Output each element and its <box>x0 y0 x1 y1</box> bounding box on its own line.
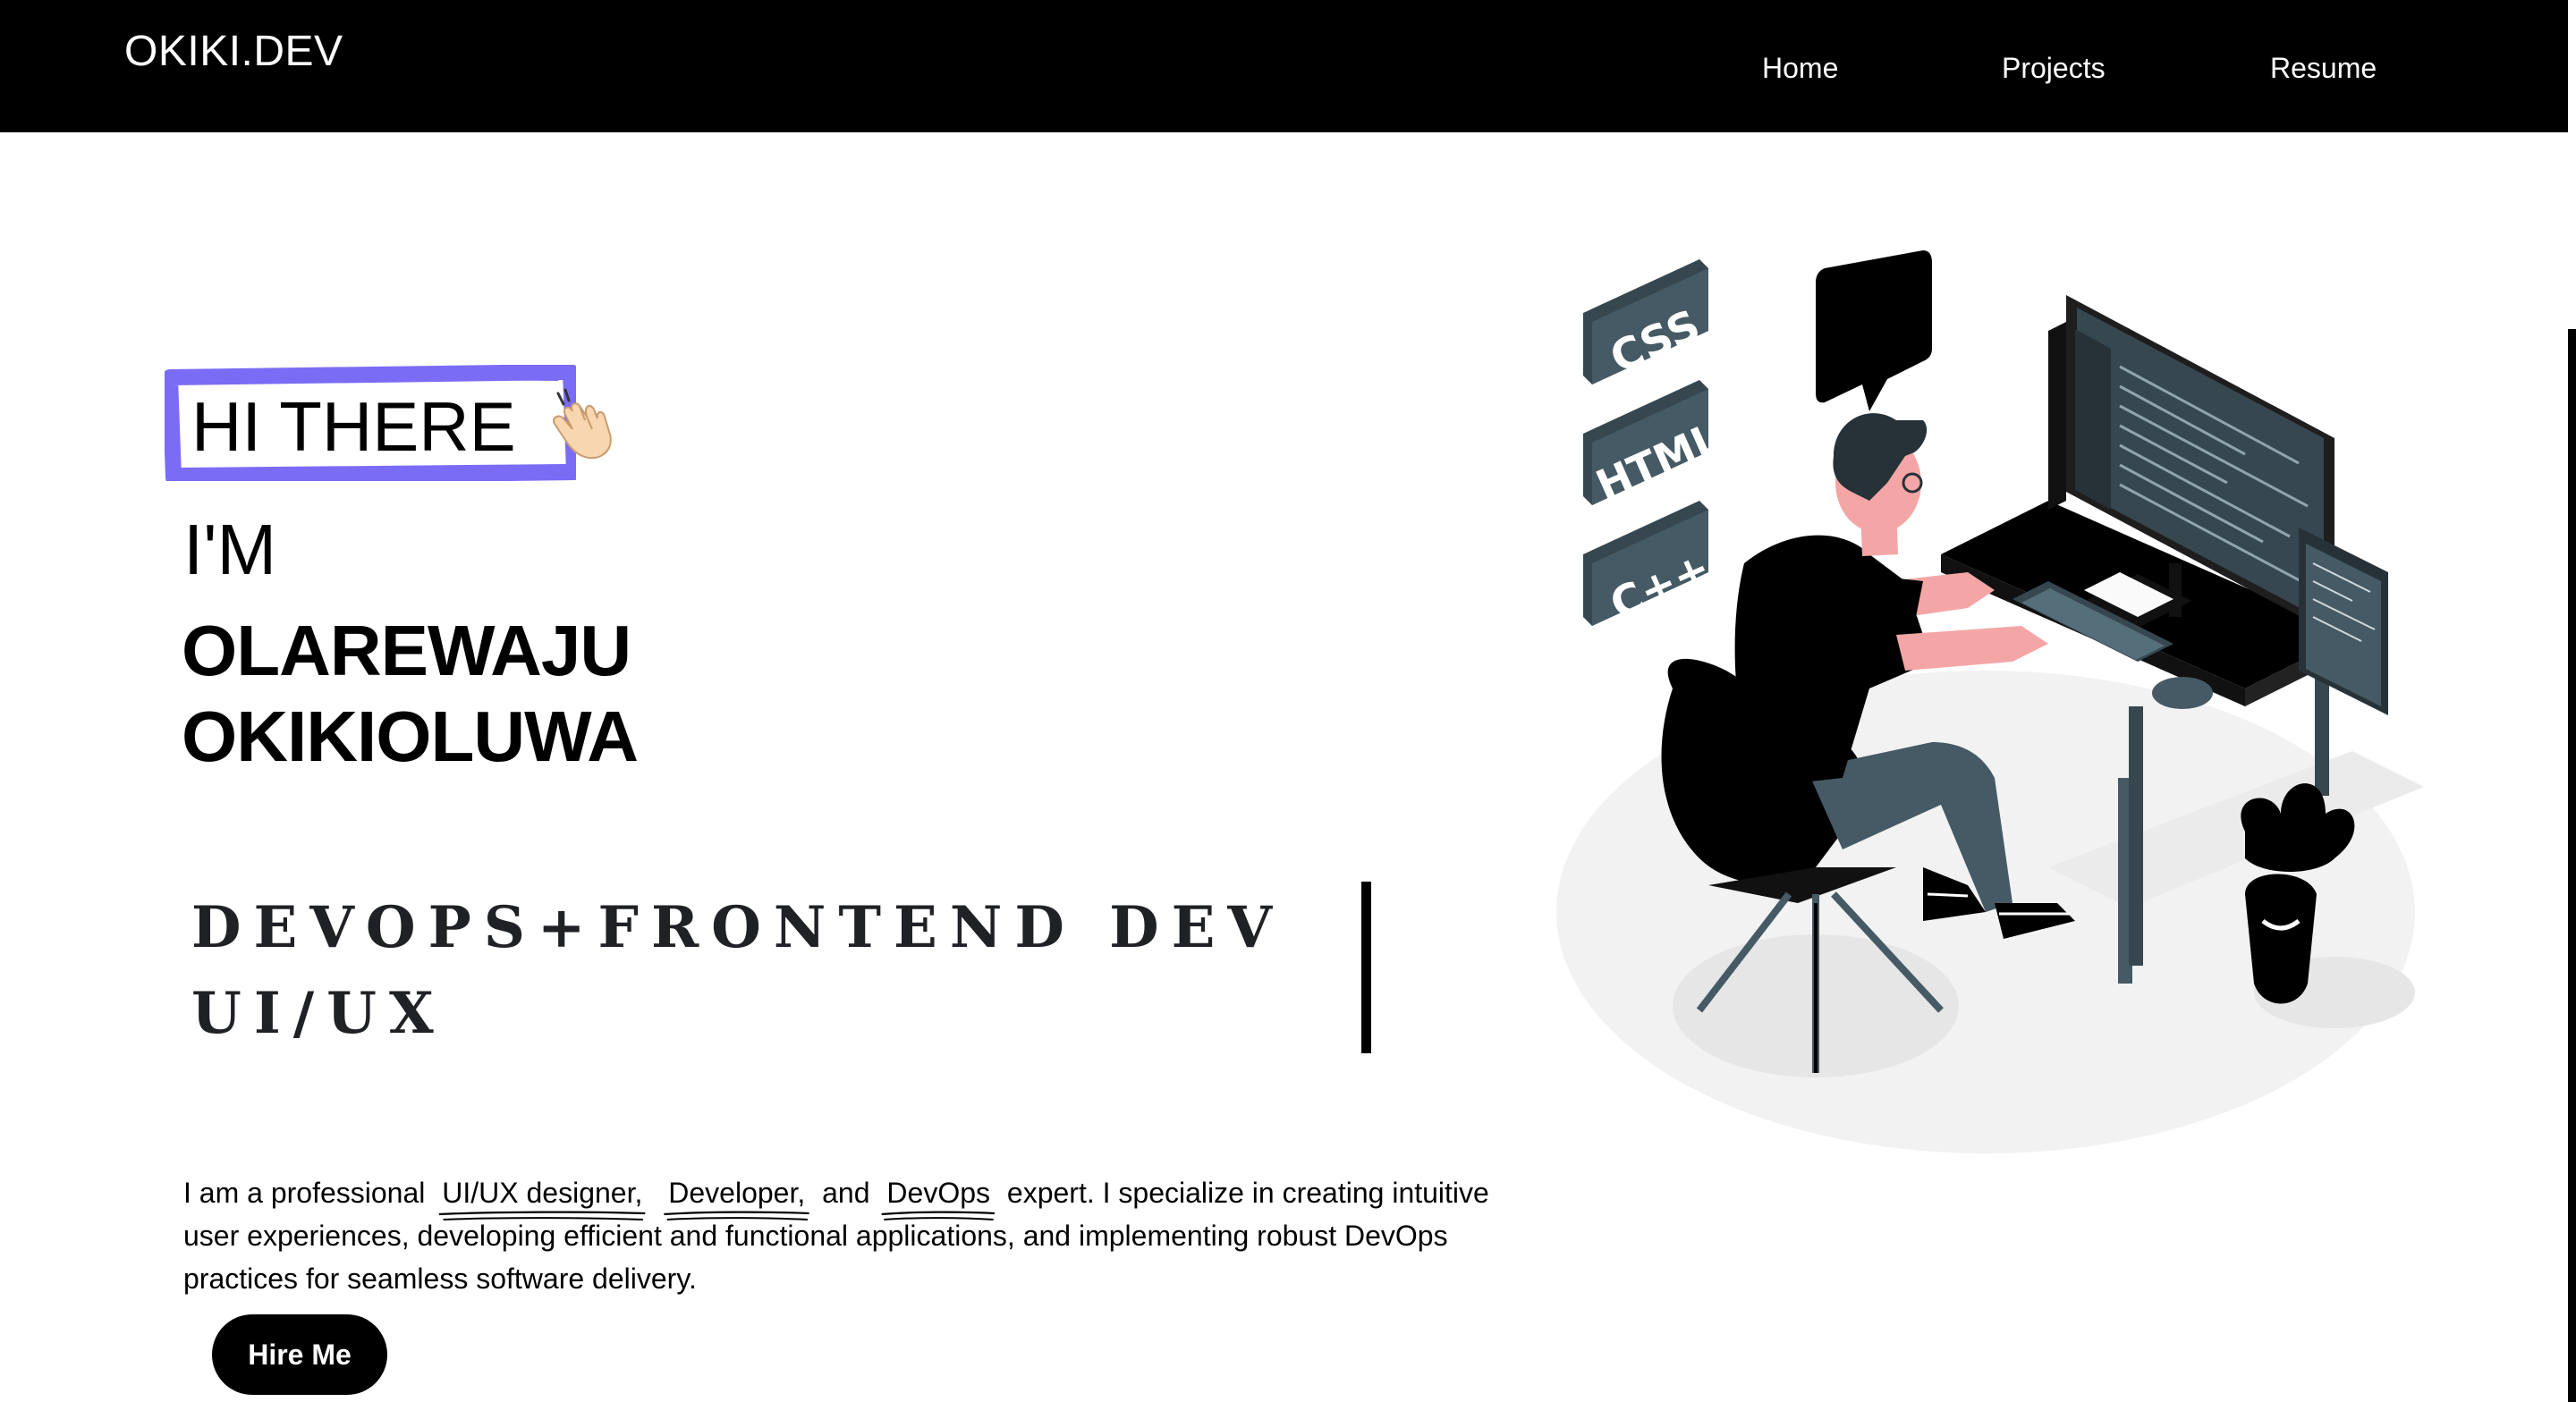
nav-link-home[interactable]: Home <box>1762 52 1838 85</box>
highlight-uiux: UI/UX designer, <box>436 1171 648 1220</box>
speech-bubble-icon <box>1816 250 1932 411</box>
greeting-badge: HI THERE <box>165 365 576 481</box>
typing-cursor <box>1361 882 1371 1053</box>
nav-links: Home Projects Resume <box>0 52 2568 88</box>
name-heading: OLAREWAJU OKIKIOLUWA <box>182 608 639 780</box>
highlight-devops-text: DevOps <box>886 1177 990 1209</box>
top-navbar: OKIKI.DEV Home Projects Resume <box>0 0 2568 132</box>
waving-hand-icon <box>553 388 612 460</box>
intro-paragraph: I am a professional UI/UX designer, Deve… <box>183 1171 1489 1300</box>
side-screen <box>2299 528 2388 715</box>
name-first-line: OLAREWAJU <box>182 611 631 690</box>
nav-link-resume[interactable]: Resume <box>2270 52 2377 85</box>
greeting-text: HI THERE <box>191 387 516 466</box>
underline-scribble <box>664 1211 809 1220</box>
html-badge: HTML <box>1583 380 1727 510</box>
hire-me-button[interactable]: Hire Me <box>212 1314 387 1395</box>
name-second-line: OKIKIOLUWA <box>182 697 639 776</box>
roles-typewriter-text: DEVOPS+FRONTEND DEV UI/UX <box>191 894 1285 1047</box>
nav-link-projects[interactable]: Projects <box>2002 52 2106 85</box>
underline-scribble <box>438 1211 646 1220</box>
page-scrollbar[interactable] <box>2568 0 2576 1402</box>
highlight-developer-text: Developer, <box>668 1177 806 1209</box>
css-badge: CSS <box>1583 259 1708 384</box>
intro-and: and <box>822 1177 870 1209</box>
cpp-badge: C++ <box>1583 501 1718 630</box>
im-heading: I'M <box>183 510 277 589</box>
scrollbar-thumb[interactable] <box>2568 329 2576 1402</box>
developer-at-desk-illustration: CSS HTML C++ <box>1556 250 2424 1153</box>
intro-prefix: I am a professional <box>183 1177 426 1209</box>
underline-scribble <box>881 1211 996 1220</box>
highlight-developer: Developer, <box>663 1171 810 1220</box>
highlight-uiux-text: UI/UX designer, <box>442 1177 643 1209</box>
mouse <box>2152 677 2213 709</box>
highlight-devops: DevOps <box>881 1171 996 1220</box>
